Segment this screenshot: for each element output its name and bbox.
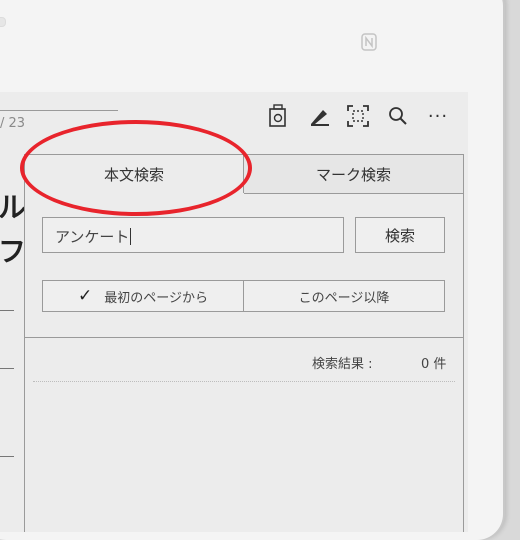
bezel-slot <box>0 17 6 27</box>
result-separator <box>33 381 455 382</box>
book-rule <box>0 310 14 311</box>
panel-divider <box>25 337 463 338</box>
search-icon[interactable] <box>384 102 412 130</box>
tab-mark-search[interactable]: マーク検索 <box>244 155 463 194</box>
nfc-icon <box>358 33 380 53</box>
book-rule <box>0 456 14 457</box>
scope-from-first-page[interactable]: ✓ 最初のページから <box>43 281 243 311</box>
search-input[interactable]: アンケート <box>42 217 344 253</box>
check-icon: ✓ <box>78 286 93 306</box>
scope-from-this-page[interactable]: このページ以降 <box>243 281 444 311</box>
search-result-count: 0 件 <box>421 357 447 372</box>
page-progress-line <box>0 110 118 111</box>
page-indicator: / 23 <box>0 116 26 131</box>
reader-screen: / 23 ··· ル フ 本文検索 マーク検索 アンケート 検索 ✓ 最初のペー… <box>0 92 468 532</box>
search-query: アンケート <box>55 228 130 246</box>
book-text-fragment: ル <box>0 191 27 224</box>
search-result-label: 検索結果 : <box>312 357 373 372</box>
book-rule <box>0 368 14 369</box>
pen-icon[interactable] <box>306 102 334 130</box>
text-caret <box>130 228 132 245</box>
search-panel: 本文検索 マーク検索 アンケート 検索 ✓ 最初のページから このページ以降 検… <box>24 154 464 532</box>
fit-screen-icon[interactable] <box>344 102 372 130</box>
scope-option-label: このページ以降 <box>298 290 390 306</box>
tab-text-search[interactable]: 本文検索 <box>25 155 244 193</box>
scope-option-label: 最初のページから <box>104 290 208 306</box>
search-button[interactable]: 検索 <box>355 217 445 253</box>
search-scope-group: ✓ 最初のページから このページ以降 <box>42 280 445 312</box>
more-icon[interactable]: ··· <box>424 102 452 130</box>
bookmark-list-icon[interactable] <box>264 102 292 130</box>
book-text-fragment: フ <box>0 235 27 268</box>
